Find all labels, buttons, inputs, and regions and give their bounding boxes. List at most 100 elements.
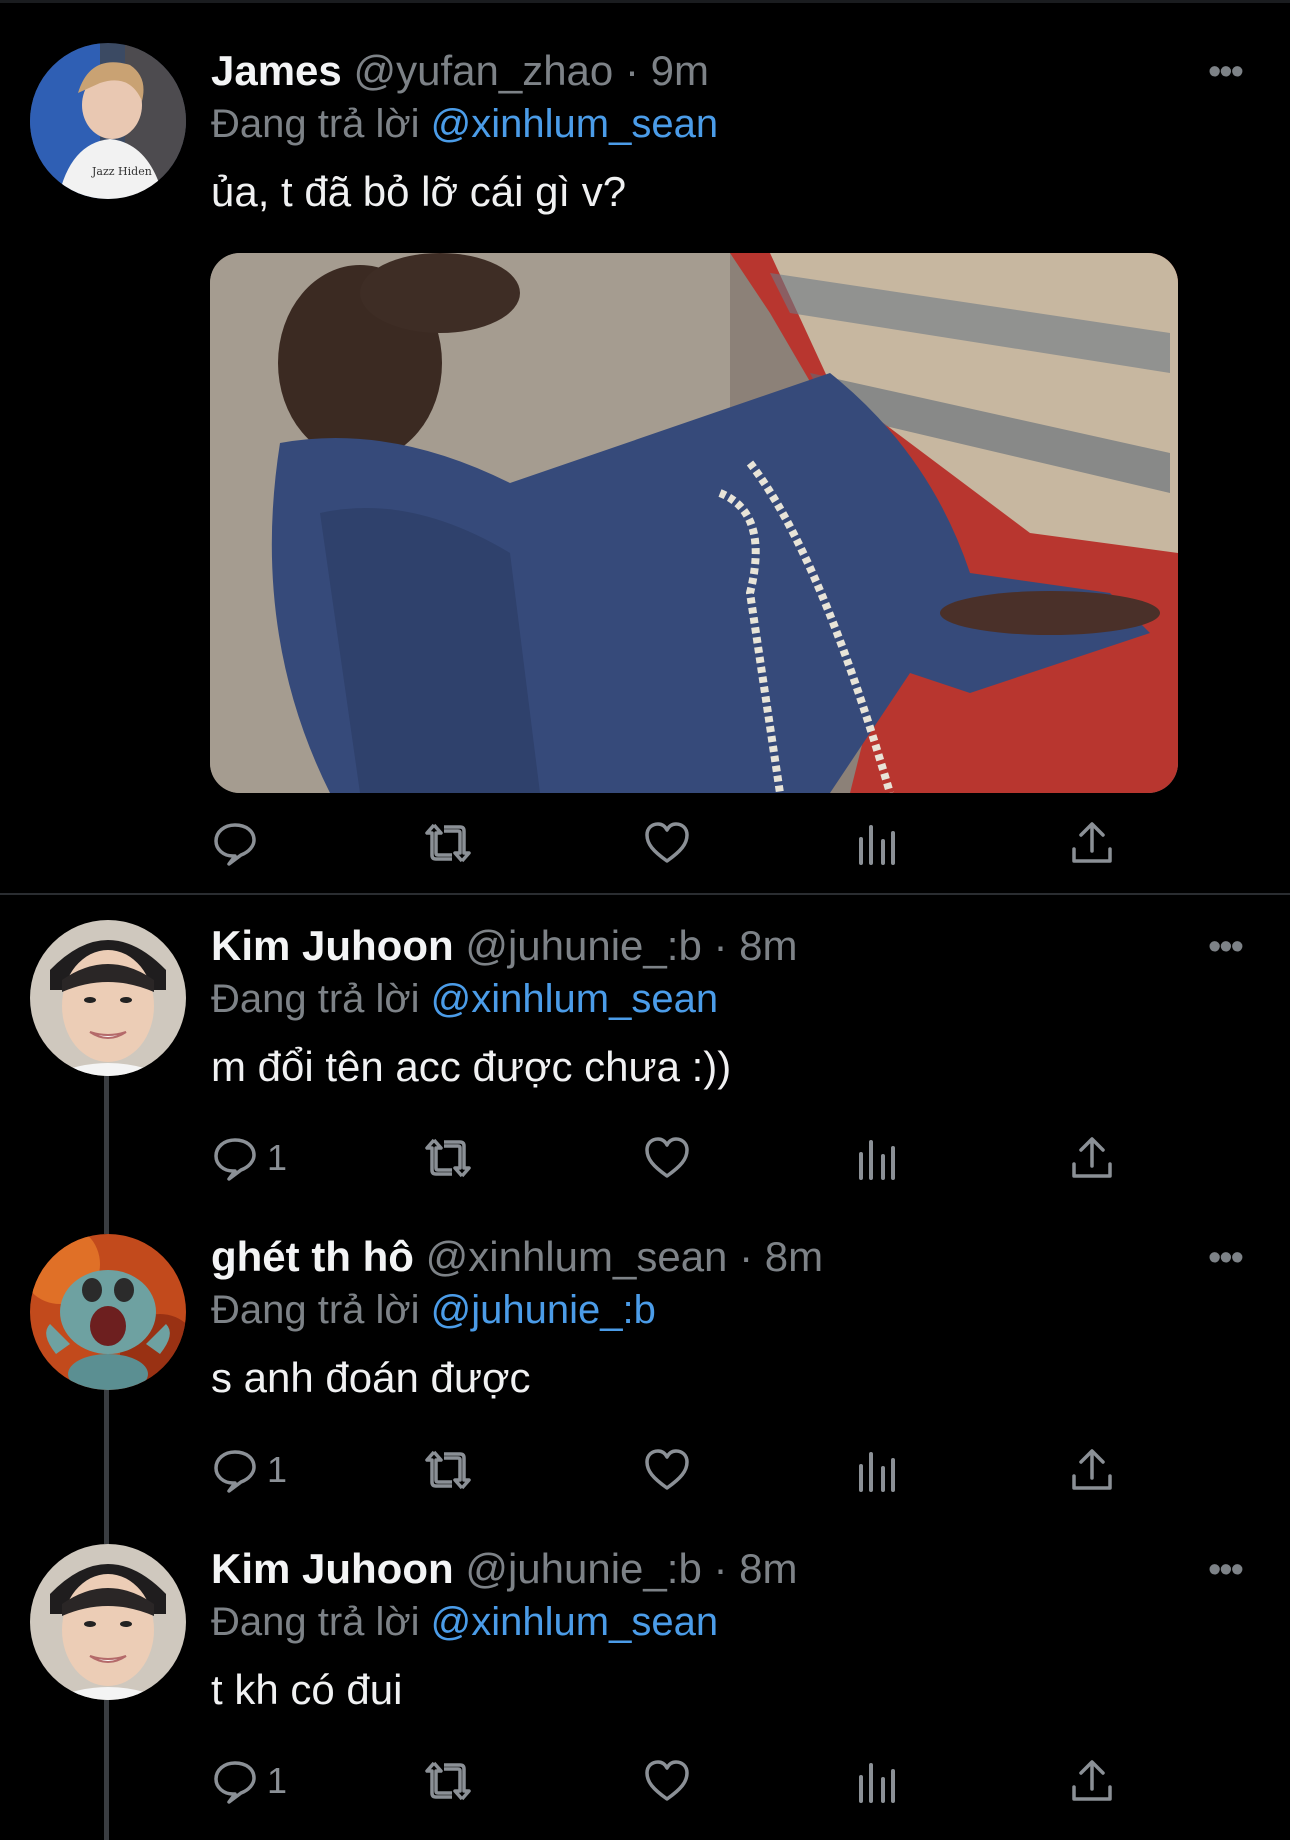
reply-icon xyxy=(214,1450,256,1493)
tweet-header: Kim Juhoon @juhunie_:b · 8m xyxy=(211,1544,798,1594)
action-bar: 1 xyxy=(211,1753,1131,1809)
tweet-header: Kim Juhoon @juhunie_:b · 8m xyxy=(211,921,798,971)
tweet-header: James @yufan_zhao · 9m xyxy=(211,46,709,96)
analytics-button[interactable] xyxy=(853,1442,901,1498)
retweet-icon xyxy=(425,1761,471,1801)
analytics-button[interactable] xyxy=(853,1753,901,1809)
retweet-icon xyxy=(425,1450,471,1490)
reply-button[interactable]: 1 xyxy=(211,1442,287,1498)
dot-separator: · xyxy=(624,47,639,94)
action-bar xyxy=(211,815,1131,871)
like-icon xyxy=(645,822,689,863)
like-icon xyxy=(645,1137,689,1178)
replying-label: Đang trả lời xyxy=(211,102,420,146)
more-options-icon[interactable]: ••• xyxy=(1208,928,1244,966)
timestamp[interactable]: 8m xyxy=(739,1545,797,1592)
tweet-text: s anh đoán được xyxy=(211,1354,531,1401)
retweet-button[interactable] xyxy=(424,1753,472,1809)
user-handle[interactable]: @xinhlum_sean xyxy=(426,1233,728,1280)
retweet-icon xyxy=(425,1138,471,1178)
analytics-icon xyxy=(859,1763,895,1803)
like-button[interactable] xyxy=(643,1130,691,1186)
share-button[interactable] xyxy=(1068,1442,1116,1498)
thread-line xyxy=(104,1390,109,1518)
like-icon xyxy=(645,1760,689,1801)
reply-button[interactable]: 1 xyxy=(211,1753,287,1809)
replying-label: Đang trả lời xyxy=(211,977,420,1021)
retweet-button[interactable] xyxy=(424,815,472,871)
like-icon xyxy=(645,1449,689,1490)
mention-link[interactable]: @juhunie_:b xyxy=(431,1288,656,1332)
avatar[interactable] xyxy=(30,920,186,1076)
thread-line xyxy=(104,1206,109,1234)
reply-icon xyxy=(214,1761,256,1804)
share-icon xyxy=(1072,1449,1112,1490)
retweet-button[interactable] xyxy=(424,1130,472,1186)
reply-count: 1 xyxy=(267,1449,288,1490)
tweet-text: ủa, t đã bỏ lỡ cái gì v? xyxy=(211,168,627,215)
dot-separator: · xyxy=(713,922,728,969)
display-name[interactable]: James xyxy=(211,47,342,94)
like-button[interactable] xyxy=(643,1753,691,1809)
tweet-2[interactable]: Kim Juhoon @juhunie_:b · 8m ••• Đang trả… xyxy=(0,895,1290,1206)
replying-label: Đang trả lời xyxy=(211,1288,420,1332)
user-handle[interactable]: @yufan_zhao xyxy=(353,47,613,94)
analytics-button[interactable] xyxy=(853,1130,901,1186)
mention-link[interactable]: @xinhlum_sean xyxy=(431,977,718,1021)
tweet-1[interactable]: Jazz Hiden James @yufan_zhao · 9m ••• Đa… xyxy=(0,0,1290,893)
share-icon xyxy=(1072,1760,1112,1801)
timestamp[interactable]: 9m xyxy=(651,47,709,94)
reply-icon xyxy=(214,823,256,866)
tweet-4[interactable]: Kim Juhoon @juhunie_:b · 8m ••• Đang trả… xyxy=(0,1518,1290,1840)
more-options-icon[interactable]: ••• xyxy=(1208,1239,1244,1277)
action-bar: 1 xyxy=(211,1130,1131,1186)
thread-line xyxy=(104,1073,109,1206)
tweet-text: m đổi tên acc được chưa :)) xyxy=(211,1043,732,1090)
tweet-media-image[interactable] xyxy=(210,253,1178,793)
replying-label: Đang trả lời xyxy=(211,1600,420,1644)
retweet-icon xyxy=(425,823,471,863)
reply-count: 1 xyxy=(267,1137,288,1178)
analytics-icon xyxy=(859,1140,895,1180)
avatar[interactable]: Jazz Hiden xyxy=(30,43,186,199)
display-name[interactable]: Kim Juhoon xyxy=(211,1545,454,1592)
reply-count: 1 xyxy=(267,1760,288,1801)
replying-to: Đang trả lời @xinhlum_sean xyxy=(211,974,718,1024)
thread-line xyxy=(104,1518,109,1544)
mention-link[interactable]: @xinhlum_sean xyxy=(431,1600,718,1644)
svg-text:Jazz Hiden: Jazz Hiden xyxy=(91,165,152,178)
user-handle[interactable]: @juhunie_:b xyxy=(465,1545,701,1592)
timestamp[interactable]: 8m xyxy=(739,922,797,969)
reply-button[interactable] xyxy=(211,815,267,871)
reply-button[interactable]: 1 xyxy=(211,1130,287,1186)
share-icon xyxy=(1072,822,1112,863)
avatar[interactable] xyxy=(30,1544,186,1700)
more-options-icon[interactable]: ••• xyxy=(1208,1551,1244,1589)
display-name[interactable]: ghét th hô xyxy=(211,1233,414,1280)
like-button[interactable] xyxy=(643,815,691,871)
share-button[interactable] xyxy=(1068,1130,1116,1186)
display-name[interactable]: Kim Juhoon xyxy=(211,922,454,969)
share-button[interactable] xyxy=(1068,1753,1116,1809)
replying-to: Đang trả lời @xinhlum_sean xyxy=(211,99,718,149)
analytics-button[interactable] xyxy=(853,815,901,871)
replying-to: Đang trả lời @juhunie_:b xyxy=(211,1285,656,1335)
replying-to: Đang trả lời @xinhlum_sean xyxy=(211,1597,718,1647)
analytics-icon xyxy=(859,825,895,865)
retweet-button[interactable] xyxy=(424,1442,472,1498)
avatar[interactable] xyxy=(30,1234,186,1390)
share-button[interactable] xyxy=(1068,815,1116,871)
tweet-3[interactable]: ghét th hô @xinhlum_sean · 8m ••• Đang t… xyxy=(0,1206,1290,1518)
timestamp[interactable]: 8m xyxy=(765,1233,823,1280)
like-button[interactable] xyxy=(643,1442,691,1498)
tweet-header: ghét th hô @xinhlum_sean · 8m xyxy=(211,1232,823,1282)
thread-line xyxy=(104,1700,109,1840)
more-options-icon[interactable]: ••• xyxy=(1208,53,1244,91)
reply-icon xyxy=(214,1138,256,1181)
action-bar: 1 xyxy=(211,1442,1131,1498)
analytics-icon xyxy=(859,1452,895,1492)
tweet-text: t kh có đui xyxy=(211,1666,403,1713)
share-icon xyxy=(1072,1137,1112,1178)
mention-link[interactable]: @xinhlum_sean xyxy=(431,102,718,146)
user-handle[interactable]: @juhunie_:b xyxy=(465,922,701,969)
